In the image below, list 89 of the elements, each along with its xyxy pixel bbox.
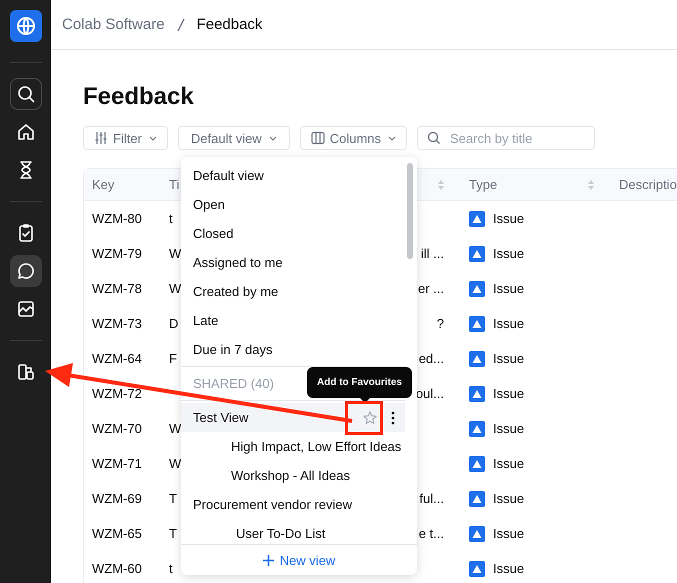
table-cell: ful... (419, 491, 444, 506)
columns-icon (310, 131, 325, 145)
table-cell: WZM-60 (92, 561, 142, 576)
table-cell: W (169, 421, 182, 436)
view-name: Procurement vendor review (193, 497, 353, 512)
table-cell: WZM-79 (92, 246, 142, 261)
issue-type-icon (469, 280, 485, 296)
menu-item[interactable]: High Impact, Low Effort Ideas (181, 432, 405, 461)
table-cell: WZM-64 (92, 351, 142, 366)
menu-item[interactable]: Due in 7 days (181, 335, 405, 364)
more-icon[interactable] (389, 410, 397, 424)
table-cell: ? (436, 316, 444, 331)
table-cell: oul... (416, 386, 444, 401)
menu-item[interactable]: Open (181, 190, 405, 219)
table-cell: Issue (493, 421, 524, 436)
menu-item[interactable]: Workshop - All Ideas (181, 461, 405, 490)
table-cell: e t... (418, 526, 444, 541)
table-cell: WZM-65 (92, 526, 142, 541)
table-cell: ill ... (420, 246, 444, 261)
breadcrumb-link[interactable]: Colab Software (62, 16, 165, 33)
menu-item[interactable]: Procurement vendor review (181, 490, 405, 519)
view-name: Test View (193, 410, 250, 425)
table-cell: Issue (493, 526, 524, 541)
issue-type-icon (469, 316, 485, 332)
sliders-icon (94, 131, 108, 145)
table-cell: WZM-78 (92, 281, 142, 296)
chevron-down-icon (268, 136, 277, 140)
table-cell: W (169, 246, 182, 261)
table-cell: Issue (493, 456, 524, 471)
issue-type-icon (469, 386, 485, 402)
chevron-down-icon (148, 136, 157, 140)
table-cell: t (169, 211, 173, 226)
scrollbar-thumb[interactable] (407, 163, 413, 259)
table-cell: Issue (493, 351, 524, 366)
table-cell: Issue (493, 246, 524, 261)
table-cell: Issue (493, 561, 524, 576)
table-cell: W (169, 456, 182, 471)
breadcrumb-separator-icon (176, 18, 185, 32)
table-cell: F (169, 351, 177, 366)
section-heading: SHARED (40) (193, 376, 274, 391)
table-cell: WZM-69 (92, 491, 142, 506)
logo-globe-icon[interactable] (10, 10, 42, 42)
menu-item[interactable]: Closed (181, 219, 405, 248)
table-cell: WZM-80 (92, 211, 142, 226)
table-cell: WZM-70 (92, 421, 142, 436)
page-title: Feedback (83, 82, 195, 112)
table-cell: T (169, 526, 177, 541)
table-cell: W (169, 281, 182, 296)
issue-type-icon (469, 560, 485, 576)
table-cell: T (169, 491, 177, 506)
issue-type-icon (469, 490, 485, 506)
search-icon[interactable] (10, 78, 42, 110)
menu-item[interactable]: User To-Do List (181, 519, 405, 544)
menu-item[interactable]: Late (181, 306, 405, 335)
table-cell: Issue (493, 386, 524, 401)
table-cell: WZM-71 (92, 456, 142, 471)
table-cell: D (169, 316, 178, 331)
table-cell: ed... (418, 351, 444, 366)
view-dropdown[interactable]: Default view (178, 126, 290, 150)
column-header[interactable]: Descriptio (619, 177, 677, 192)
table-cell: t (169, 561, 173, 576)
issue-type-icon (469, 246, 485, 262)
search-field[interactable]: Search by title (417, 126, 595, 150)
chat-icon[interactable] (10, 255, 42, 287)
menu-item[interactable]: Assigned to me (181, 248, 405, 277)
plus-icon (262, 554, 274, 566)
new-view-button[interactable]: New view (258, 550, 340, 570)
issue-type-icon (469, 350, 485, 366)
column-header[interactable]: Key (92, 177, 114, 192)
table-cell: Issue (493, 211, 524, 226)
table-cell: er ... (418, 281, 444, 296)
breadcrumb-link[interactable]: Feedback (196, 16, 262, 33)
menu-item[interactable]: Created by me (181, 277, 405, 306)
table-cell: WZM-73 (92, 316, 142, 331)
column-header[interactable]: Type (469, 177, 498, 192)
table-cell: Issue (493, 316, 524, 331)
table-cell: Issue (493, 281, 524, 296)
issue-type-icon (469, 210, 485, 226)
chevron-down-icon (388, 136, 396, 140)
table-cell: WZM-72 (92, 386, 142, 401)
table-cell: Issue (493, 491, 524, 506)
column-header[interactable]: Ti (169, 177, 180, 192)
filter-button[interactable]: Filter (83, 126, 168, 150)
menu-item[interactable]: Default view (181, 161, 405, 190)
highlight-frame (345, 401, 383, 435)
columns-button[interactable]: Columns (300, 126, 407, 150)
issue-type-icon (469, 456, 485, 472)
issue-type-icon (469, 420, 485, 436)
issue-type-icon (469, 526, 485, 542)
